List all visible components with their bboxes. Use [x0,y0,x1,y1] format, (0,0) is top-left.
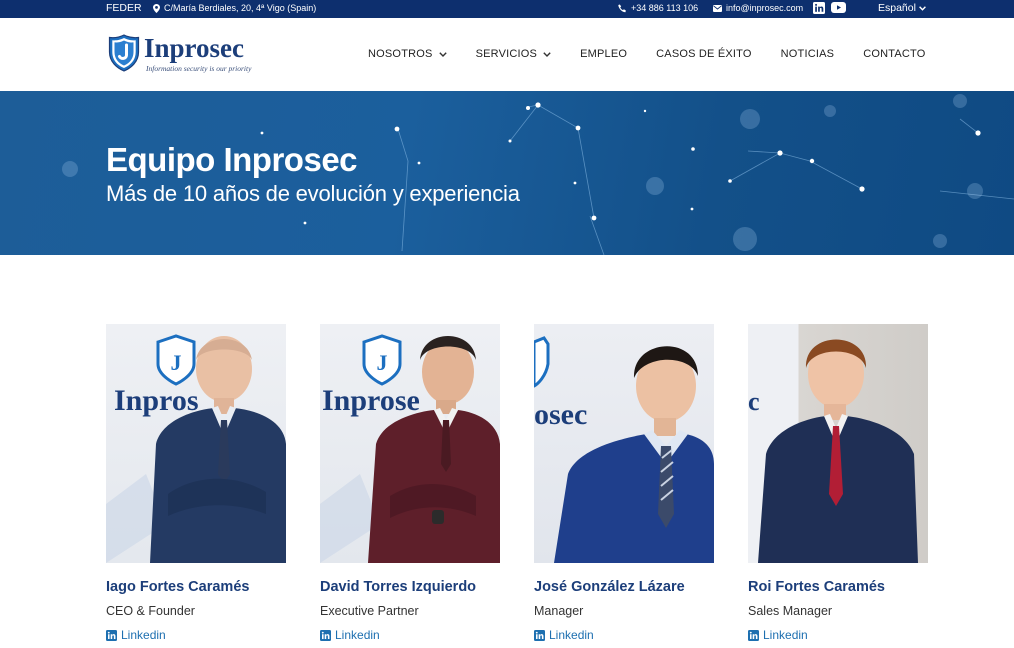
portrait-illustration: J Inprose [320,334,500,563]
linkedin-label: Linkedin [335,628,380,642]
nav-label: CASOS DE ÉXITO [656,48,752,60]
hero-subtitle: Más de 10 años de evolución y experienci… [106,181,520,206]
chevron-down-icon [543,51,551,57]
member-name: David Torres Izquierdo [320,579,477,595]
linkedin-label: Linkedin [549,628,594,642]
nav-label: SERVICIOS [475,48,538,60]
svg-text:J: J [377,350,388,375]
team-card: J Inpros Iago Fortes Caramés CEO & Found… [106,324,286,642]
nav-item-servicios[interactable]: SERVICIOS [476,48,552,60]
chevron-down-icon [438,51,447,57]
team-photo: c [748,324,928,563]
banner-text: Inpros [114,384,199,417]
team-photo: osec [534,324,714,563]
portrait-illustration: J Inpros [106,334,286,563]
nav-item-nosotros[interactable]: NOSOTROS [368,48,447,60]
chevron-down-icon [919,5,926,11]
location-pin-icon [153,3,160,13]
member-role: Executive Partner [320,604,419,618]
linkedin-link[interactable]: Linkedin [748,628,928,642]
linkedin-link[interactable]: Linkedin [106,628,286,642]
youtube-icon[interactable] [831,2,846,13]
banner-text: osec [534,398,587,431]
portrait-illustration: c [748,339,918,563]
nav-label: EMPLEO [580,48,628,60]
team-card: c Roi Fortes Caramés Sales Manager Linke… [748,324,928,642]
social-links [813,2,846,14]
portrait-illustration: osec [534,336,714,563]
linkedin-icon [534,629,545,641]
hero-banner: Equipo Inprosec Más de 10 años de evoluc… [0,91,1014,255]
svg-text:J: J [171,350,182,375]
phone-link[interactable]: +34 886 113 106 [618,3,698,13]
linkedin-label: Linkedin [763,628,808,642]
linkedin-icon [320,629,331,641]
member-role: Sales Manager [748,604,833,618]
member-name: Roi Fortes Caramés [748,579,885,595]
phone-icon [618,3,626,12]
feder-link[interactable]: FEDER [106,2,142,14]
envelope-icon [713,4,722,12]
member-role: Manager [534,604,584,618]
linkedin-icon[interactable] [813,2,825,14]
nav-item-empleo[interactable]: EMPLEO [580,48,627,60]
hero-title: Equipo Inprosec [106,141,358,178]
member-role: CEO & Founder [106,604,195,618]
team-card: osec José González Lázare Manager Linked… [534,324,714,642]
nav-item-casos-de-exito[interactable]: CASOS DE ÉXITO [656,48,752,60]
linkedin-link[interactable]: Linkedin [320,628,500,642]
language-label: Español [878,2,916,14]
site-logo[interactable]: Inprosec Information security is our pri… [108,34,251,73]
banner-text: c [748,387,760,416]
nav-label: NOSOTROS [368,48,433,60]
address-text: C/María Berdiales, 20, 4ª Vigo (Spain) [164,3,317,13]
linkedin-link[interactable]: Linkedin [534,628,714,642]
linkedin-icon [748,629,759,641]
brand-name: Inprosec [144,33,245,63]
top-bar: FEDER C/María Berdiales, 20, 4ª Vigo (Sp… [0,0,1014,18]
email-text: info@inprosec.com [726,3,804,13]
member-name: José González Lázare [534,579,685,595]
nav-item-noticias[interactable]: NOTICIAS [781,48,835,60]
linkedin-icon [106,629,117,641]
brand-tagline: Information security is our priority [146,64,252,73]
member-name: Iago Fortes Caramés [106,579,250,595]
address: C/María Berdiales, 20, 4ª Vigo (Spain) [153,3,316,13]
linkedin-label: Linkedin [121,628,166,642]
nav-item-contacto[interactable]: CONTACTO [863,48,925,60]
phone-text: +34 886 113 106 [631,3,699,13]
team-photo: J Inprose [320,324,500,563]
site-header: Inprosec Information security is our pri… [0,18,1014,91]
nav-label: CONTACTO [863,48,926,60]
language-selector[interactable]: Español [878,2,926,14]
banner-text: Inprose [322,384,420,417]
team-photo: J Inpros [106,324,286,563]
nav-label: NOTICIAS [780,48,835,60]
shield-logo-icon [108,34,140,72]
team-card: J Inprose David Torres Izquierdo Executi… [320,324,500,642]
main-nav: NOSOTROS SERVICIOS EMPLEO CASOS DE ÉXITO… [368,48,926,60]
email-link[interactable]: info@inprosec.com [713,3,803,13]
